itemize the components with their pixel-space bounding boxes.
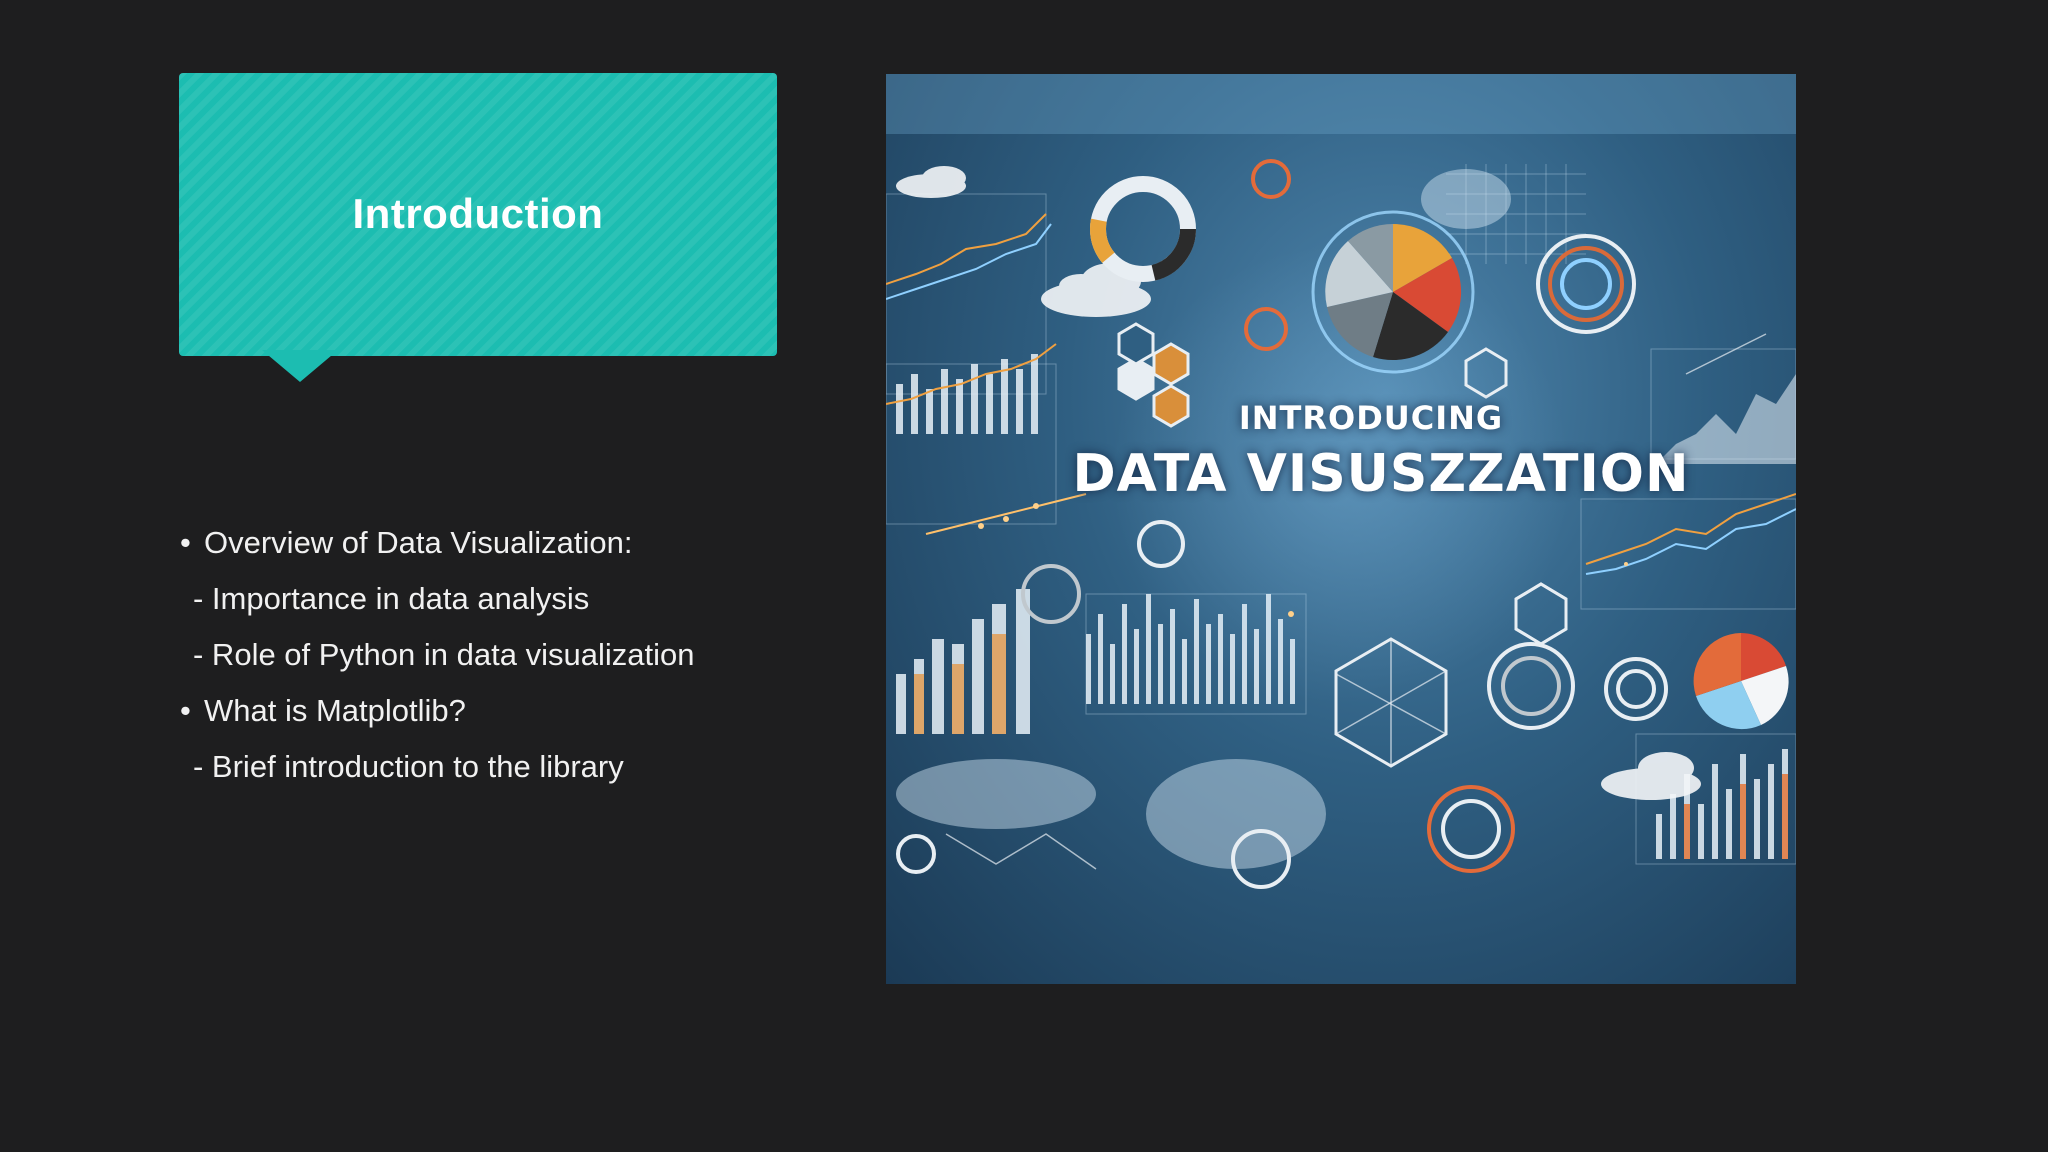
- slide-title: Introduction: [352, 190, 604, 237]
- sub-bullet-item: - Brief introduction to the library: [193, 749, 624, 784]
- picture-caption-line1: INTRODUCING: [1238, 399, 1504, 437]
- bullet-item: • What is Matplotlib?: [180, 683, 820, 739]
- bullet-item: • Overview of Data Visualization:: [180, 515, 820, 571]
- illustration-graphics: [886, 74, 1796, 889]
- sub-bullet-item: - Role of Python in data visualization: [193, 637, 695, 672]
- title-callout: Introduction: [179, 73, 777, 356]
- bullet-marker: •: [180, 693, 191, 728]
- bullet-text: What is Matplotlib?: [204, 693, 466, 728]
- slide: Introduction • Overview of Data Visualiza…: [0, 0, 2048, 1152]
- bullet-marker: •: [180, 525, 191, 560]
- picture-caption-line2: DATA VISUSZZATION: [1072, 444, 1690, 504]
- data-visualization-illustration: INTRODUCING DATA VISUSZZATION: [886, 74, 1796, 984]
- bullet-list: • Overview of Data Visualization: - Impor…: [180, 515, 820, 795]
- bullet-text: Overview of Data Visualization:: [204, 525, 633, 560]
- sub-bullet-item: - Importance in data analysis: [193, 581, 590, 616]
- callout-pointer: [262, 350, 338, 382]
